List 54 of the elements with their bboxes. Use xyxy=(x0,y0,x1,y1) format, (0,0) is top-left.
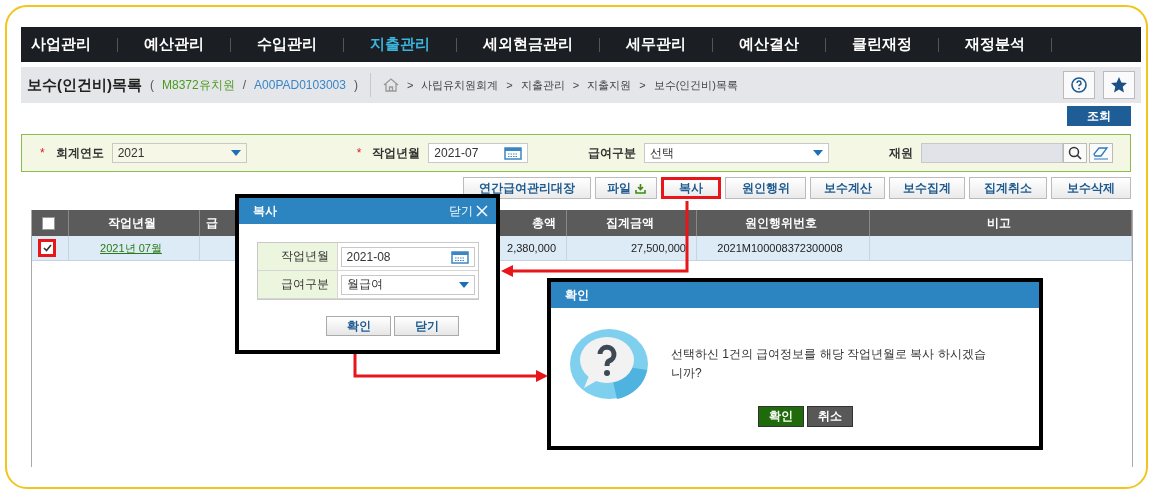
date-field[interactable]: 2021-08 xyxy=(340,246,475,267)
nav-menu-item[interactable]: 세외현금관리 xyxy=(483,35,599,54)
select-field[interactable]: 선택 xyxy=(644,143,830,163)
org-code: A00PAD0103003 xyxy=(254,78,346,92)
filter-label: 급여구분 xyxy=(588,144,637,162)
action-button[interactable]: 보수계산 xyxy=(810,177,885,199)
form-label: 작업년월 xyxy=(257,243,338,271)
confirm-message: 선택하신 1건의 급여정보를 해당 작업년월로 복사 하시겠습니까? xyxy=(671,346,987,382)
action-button[interactable]: 보수집계 xyxy=(889,177,965,199)
nav-menu-item[interactable]: 세무관리 xyxy=(626,35,712,54)
action-button[interactable]: 파일 xyxy=(595,177,657,199)
nav-menu-item[interactable]: 수입관리 xyxy=(257,35,343,54)
nav-menu-item[interactable]: 재정분석 xyxy=(965,35,1051,54)
nav-menu-item[interactable]: 예산결산 xyxy=(739,35,825,54)
nav-menu-item[interactable]: 사업관리 xyxy=(31,35,117,54)
breadcrumb-item[interactable]: 보수(인건비)목록 xyxy=(653,77,738,93)
paren-text: ( xyxy=(150,78,154,92)
required-mark: * xyxy=(356,146,362,160)
breadcrumb-separator: > xyxy=(572,79,580,91)
dialog-button[interactable]: 확인 xyxy=(326,316,391,336)
org-name: M8372유치원 xyxy=(162,76,235,94)
action-button[interactable]: 보수삭제 xyxy=(1051,177,1131,199)
slash-text: / xyxy=(242,78,247,92)
action-button[interactable]: 원인행위 xyxy=(725,177,806,199)
breadcrumb-item[interactable]: 사립유치원회계 xyxy=(421,77,499,93)
breadcrumb-separator: > xyxy=(406,79,414,91)
action-button[interactable]: 연간급여관리대장 xyxy=(463,177,591,199)
table-cell: 2021M100008372300008 xyxy=(697,236,870,260)
filter-label: 회계연도 xyxy=(55,144,104,162)
paren-text: ) xyxy=(353,78,358,92)
breadcrumb-item[interactable]: 지출지원 xyxy=(587,77,632,93)
action-button[interactable]: 복사 xyxy=(661,177,721,199)
dialog-title: 확인 xyxy=(565,286,589,304)
filter-label: 작업년월 xyxy=(372,144,421,162)
breadcrumb-separator: > xyxy=(506,79,513,91)
nav-menu-item[interactable]: 지출관리 xyxy=(370,35,456,54)
table-cell: 27,500,000 xyxy=(567,236,697,260)
breadcrumb-separator: > xyxy=(639,79,646,91)
page-title: 보수(인건비)목록 xyxy=(27,75,142,95)
nav-menu-item[interactable]: 예산관리 xyxy=(144,35,230,54)
action-button[interactable]: 집계취소 xyxy=(969,177,1047,199)
form-label: 급여구분 xyxy=(257,271,338,299)
search-button[interactable]: 조회 xyxy=(1067,106,1131,126)
select-field[interactable]: 월급여 xyxy=(340,274,475,295)
dialog-button[interactable]: 닫기 xyxy=(394,316,459,336)
required-mark: * xyxy=(40,146,45,160)
dialog-button[interactable]: 확인 xyxy=(757,406,804,427)
breadcrumb-item[interactable]: 지출관리 xyxy=(520,77,565,93)
select-field[interactable]: 2021 xyxy=(111,143,247,163)
filter-label: 재원 xyxy=(889,144,914,162)
dialog-button[interactable]: 취소 xyxy=(806,406,853,427)
nav-menu-item[interactable]: 클린재정 xyxy=(852,35,938,54)
work-month-link[interactable]: 2021년 07월 xyxy=(100,240,162,256)
date-field[interactable]: 2021-07 xyxy=(428,143,529,163)
